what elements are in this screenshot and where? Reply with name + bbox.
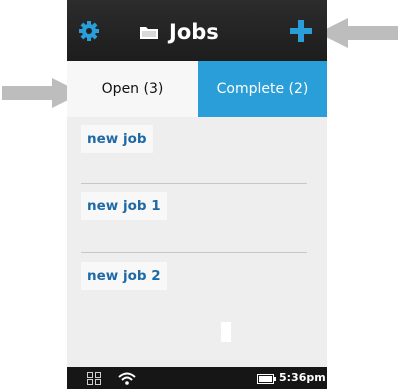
status-bar: 5:36pm [67,367,327,389]
gear-icon[interactable] [79,21,99,41]
annotation-arrow-add [318,18,398,48]
top-bar: Jobs [67,0,327,61]
job-list-item[interactable]: new job [81,125,153,153]
page-title-group: Jobs [139,18,219,46]
status-time: 5:36pm [279,371,326,384]
blank-block [221,322,231,342]
tab-open[interactable]: Open (3) [67,61,198,117]
page-title: Jobs [169,20,219,44]
tab-complete[interactable]: Complete (2) [198,61,327,117]
job-list: new job new job 1 new job 2 [67,117,327,367]
phone-screen: Jobs Open (3) Complete (2) new job new j… [67,0,327,389]
wifi-icon [118,372,136,385]
plus-icon[interactable] [289,19,313,43]
list-divider [81,183,307,184]
job-list-item[interactable]: new job 2 [81,262,167,290]
folder-icon [140,27,158,39]
list-divider [81,252,307,253]
job-list-item[interactable]: new job 1 [81,192,167,220]
grid-icon [87,372,101,385]
tab-bar: Open (3) Complete (2) [67,61,327,117]
battery-icon [257,374,276,384]
